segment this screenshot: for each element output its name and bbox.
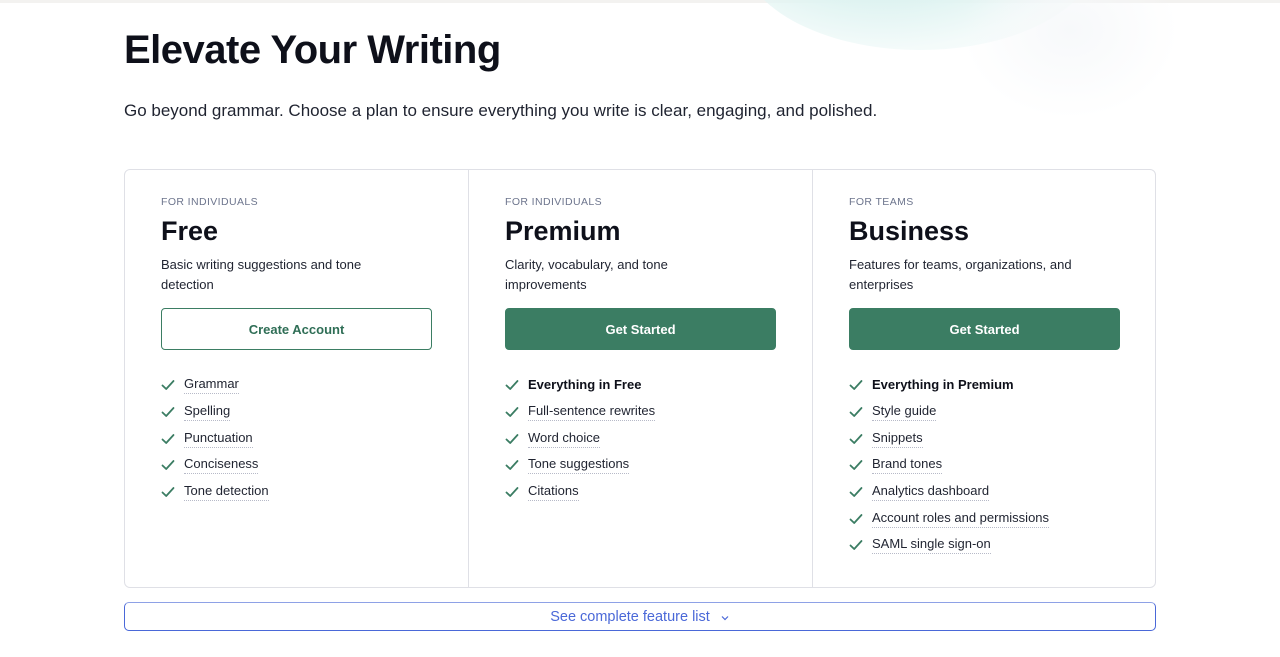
feature-label[interactable]: Tone detection: [184, 483, 269, 502]
checkmark-icon: [849, 433, 863, 444]
plans-container: FOR INDIVIDUALS Free Basic writing sugge…: [124, 169, 1156, 588]
plan-card-business: FOR TEAMS Business Features for teams, o…: [812, 170, 1156, 587]
checkmark-icon: [505, 380, 519, 391]
plan-name: Free: [161, 216, 219, 246]
plan-card-premium: FOR INDIVIDUALS Premium Clarity, vocabul…: [468, 170, 812, 587]
checkmark-icon: [161, 460, 175, 471]
feature-item: Snippets: [849, 425, 1120, 452]
feature-item: Style guide: [849, 399, 1120, 426]
checkmark-icon: [505, 433, 519, 444]
checkmark-icon: [161, 487, 175, 497]
feature-list: Grammar Spelling Punctuation Conciseness Ton…: [161, 372, 432, 505]
feature-label[interactable]: Full-sentence rewrites: [528, 403, 656, 422]
feature-item: Full-sentence rewrites: [505, 399, 776, 426]
feature-label[interactable]: Brand tones: [872, 456, 943, 475]
business-get-started-button[interactable]: Get Started: [849, 308, 1120, 350]
feature-item: Word choice: [505, 425, 776, 452]
decorative-gradient-secondary: [960, 0, 1180, 120]
checkmark-icon: [161, 380, 175, 391]
feature-item: Punctuation: [161, 425, 432, 452]
feature-label[interactable]: Spelling: [184, 403, 231, 422]
feature-includes-label: Everything in Premium: [872, 376, 1014, 392]
feature-item: Everything in Free: [505, 372, 776, 399]
plan-name: Business: [849, 216, 970, 246]
checkmark-icon: [505, 407, 519, 417]
checkmark-icon: [849, 380, 863, 391]
plan-audience: FOR INDIVIDUALS: [161, 196, 259, 208]
create-account-button[interactable]: Create Account: [161, 308, 432, 350]
checkmark-icon: [161, 407, 175, 417]
feature-list: Everything in Premium Style guide Snippets…: [849, 372, 1120, 559]
checkmark-icon: [505, 460, 519, 471]
checkmark-icon: [849, 487, 863, 497]
plan-audience: FOR INDIVIDUALS: [505, 196, 603, 208]
page-subtitle: Go beyond grammar. Choose a plan to ensu…: [124, 101, 878, 120]
feature-list: Everything in Free Full-sentence rewrites…: [505, 372, 776, 505]
feature-label[interactable]: Tone suggestions: [528, 456, 630, 475]
feature-label[interactable]: Account roles and permissions: [872, 510, 1050, 528]
checkmark-icon: [849, 460, 863, 471]
feature-item: Citations: [505, 479, 776, 506]
feature-label[interactable]: Style guide: [872, 403, 937, 422]
feature-item: Spelling: [161, 399, 432, 426]
checkmark-icon: [161, 433, 175, 444]
checkmark-icon: [849, 540, 863, 551]
feature-item: SAML single sign-on: [849, 532, 1120, 559]
feature-item: Analytics dashboard: [849, 479, 1120, 506]
feature-label[interactable]: Analytics dashboard: [872, 483, 990, 502]
feature-item: Conciseness: [161, 452, 432, 479]
checkmark-icon: [505, 487, 519, 497]
plan-audience: FOR TEAMS: [849, 196, 914, 208]
feature-label[interactable]: Snippets: [872, 430, 923, 448]
feature-item: Brand tones: [849, 452, 1120, 479]
feature-label[interactable]: Citations: [528, 483, 579, 502]
feature-item: Tone suggestions: [505, 452, 776, 479]
feature-includes-label: Everything in Free: [528, 376, 642, 392]
feature-label[interactable]: Punctuation: [184, 430, 253, 448]
checkmark-icon: [849, 513, 863, 524]
plan-name: Premium: [505, 216, 621, 246]
feature-label[interactable]: Conciseness: [184, 456, 259, 475]
plan-description: Basic writing suggestions and tone detec…: [161, 257, 362, 292]
feature-item: Grammar: [161, 372, 432, 399]
chevron-down-icon: [721, 616, 729, 621]
feature-item: Everything in Premium: [849, 372, 1120, 399]
feature-item: Account roles and permissions: [849, 505, 1120, 532]
plan-description: Clarity, vocabulary, and tone improvemen…: [505, 257, 668, 292]
feature-item: Tone detection: [161, 479, 432, 506]
feature-label[interactable]: SAML single sign-on: [872, 536, 991, 555]
feature-label[interactable]: Word choice: [528, 430, 601, 448]
checkmark-icon: [849, 407, 863, 417]
see-complete-feature-list-button[interactable]: See complete feature list: [124, 602, 1156, 631]
feature-label[interactable]: Grammar: [184, 376, 239, 395]
see-all-label: See complete feature list: [550, 608, 710, 625]
plan-description: Features for teams, organizations, and e…: [849, 257, 1072, 292]
plan-card-free: FOR INDIVIDUALS Free Basic writing sugge…: [125, 170, 468, 587]
page-title: Elevate Your Writing: [124, 28, 501, 72]
premium-get-started-button[interactable]: Get Started: [505, 308, 776, 350]
